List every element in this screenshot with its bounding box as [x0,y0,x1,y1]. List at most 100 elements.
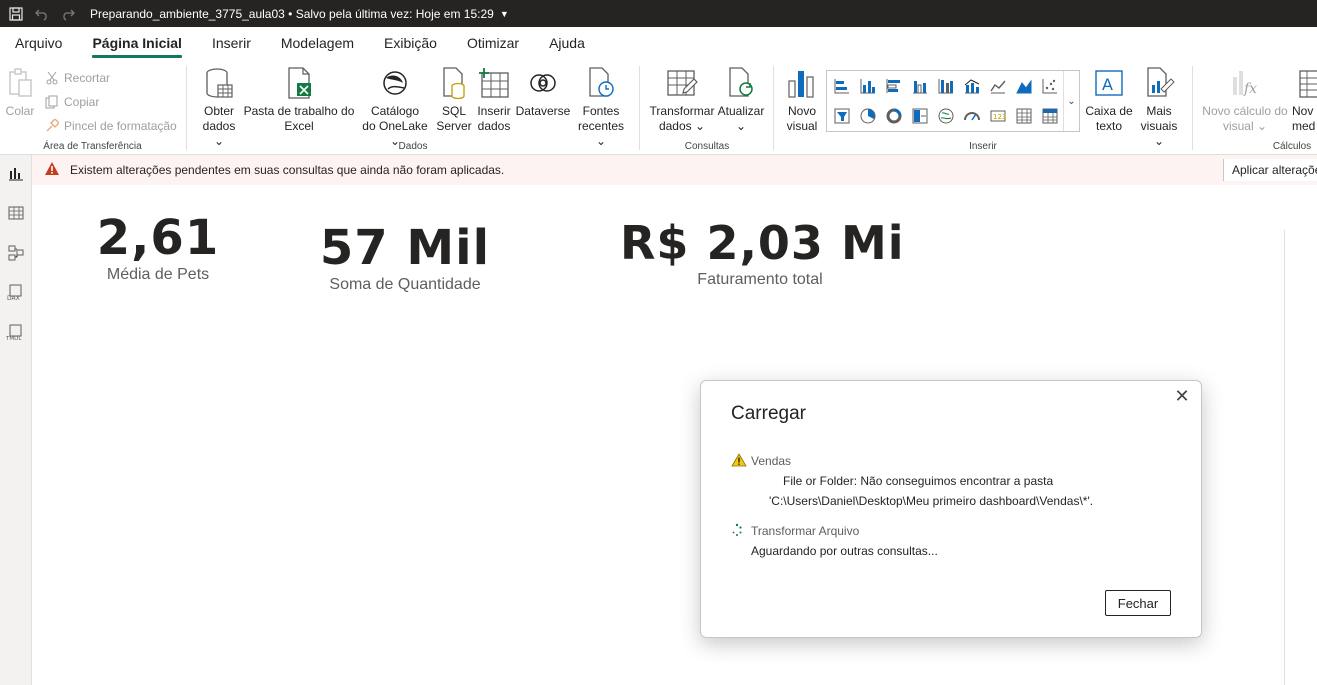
pie-chart-icon[interactable] [855,103,881,129]
new-measure-button[interactable]: Nov med [1292,66,1317,134]
card-icon[interactable]: 123 [985,103,1011,129]
copy-icon [44,94,60,110]
dataverse-button[interactable]: Dataverse [514,66,572,119]
svg-text:DAX: DAX [7,295,20,302]
treemap-icon[interactable] [907,103,933,129]
get-data-button[interactable]: Obter dados ⌄ [198,66,240,149]
group-label-insert: Inserir [969,141,997,152]
tab-arquivo[interactable]: Arquivo [0,35,77,60]
excel-workbook-button[interactable]: Pasta de trabalho do Excel [242,66,356,134]
kpi-card[interactable]: 57 Mil Soma de Quantidade [310,220,500,294]
new-visual-calculation-button[interactable]: fx Novo cálculo do visual ⌄ [1198,66,1292,134]
map-icon[interactable] [933,103,959,129]
ribbon-divider [773,66,774,150]
save-icon[interactable] [6,4,26,24]
clustered-bar-chart-icon[interactable] [881,73,907,99]
pending-changes-banner: Existem alterações pendentes em suas con… [32,155,1317,185]
redo-icon[interactable] [58,4,78,24]
more-visuals-button[interactable]: Mais visuais ⌄ [1134,66,1184,149]
new-visual-button[interactable]: Novo visual [782,66,822,134]
svg-text:TMDL: TMDL [6,336,22,342]
area-chart-icon[interactable] [1011,73,1037,99]
brush-icon [44,118,60,134]
kpi-card[interactable]: R$ 2,03 Mi Faturamento total [620,215,905,289]
cut-button[interactable]: Recortar [44,70,110,86]
canvas-border [1284,230,1285,685]
combo-chart-icon[interactable] [959,73,985,99]
transform-data-button[interactable]: Transformar dados ⌄ [648,66,716,134]
stacked-column-chart-icon[interactable] [855,73,881,99]
onelake-catalog-button[interactable]: Catálogo do OneLake ⌄ [356,66,434,149]
kpi-card[interactable]: 2,61 Média de Pets [88,210,228,284]
queries-group: Transformar dados ⌄ Atualizar ⌄ Consulta… [642,64,772,154]
svg-text:123: 123 [993,113,1006,121]
scatter-chart-icon[interactable] [1037,73,1063,99]
enter-data-button[interactable]: Inserir dados [474,66,514,134]
excel-icon [283,66,315,100]
undo-icon[interactable] [32,4,52,24]
table-view-icon[interactable] [4,201,28,225]
database-icon [203,66,235,100]
tab-otimizar[interactable]: Otimizar [452,35,534,60]
donut-chart-icon[interactable] [881,103,907,129]
format-painter-button[interactable]: Pincel de formatação [44,118,177,134]
tab-modelagem[interactable]: Modelagem [266,35,369,60]
close-icon[interactable]: ✕ [1171,385,1193,407]
paste-icon [4,66,36,100]
model-view-icon[interactable] [4,241,28,265]
tab-exibicao[interactable]: Exibição [369,35,452,60]
load-dialog: ✕ Carregar Vendas File or Folder: Não co… [700,380,1202,638]
more-visuals-icon [1143,66,1175,100]
onelake-icon [379,66,411,100]
matrix-icon[interactable] [1037,103,1063,129]
kpi-value: R$ 2,03 Mi [620,216,905,270]
gallery-expand-chevron-icon[interactable]: ⌄ [1063,71,1079,131]
text-box-button[interactable]: A Caixa de texto [1084,66,1134,134]
status-message: Aguardando por outras consultas... [751,544,938,558]
recent-sources-button[interactable]: Fontes recentes ⌄ [572,66,630,149]
sql-server-icon [438,66,470,100]
banner-message: Existem alterações pendentes em suas con… [70,163,505,177]
spinner-icon [731,523,743,542]
close-button[interactable]: Fechar [1105,590,1171,616]
query-name: Vendas [751,454,792,468]
chevron-down-icon[interactable]: ▼ [500,9,509,19]
error-path: 'C:\Users\Daniel\Desktop\Meu primeiro da… [769,494,1094,508]
ribbon-divider [1192,66,1193,150]
group-label-calculations: Cálculos [1272,141,1312,152]
kpi-label: Soma de Quantidade [329,276,481,293]
clustered-column-chart-icon[interactable] [907,73,933,99]
paste-button[interactable]: Colar [4,66,36,119]
warning-icon [731,453,747,472]
recent-sources-icon [585,66,617,100]
report-view-icon[interactable] [4,161,28,185]
stacked-100-column-icon[interactable] [933,73,959,99]
visual-gallery: 123 ⌄ [826,70,1080,132]
apply-changes-button[interactable]: Aplicar alterações [1223,159,1317,181]
table-visual-icon[interactable] [1011,103,1037,129]
warning-icon [44,161,60,179]
sql-server-button[interactable]: SQL Server [434,66,474,134]
title-bar: Preparando_ambiente_3775_aula03 • Salvo … [0,0,1317,27]
dax-query-view-icon[interactable]: DAX [4,281,28,305]
tab-inserir[interactable]: Inserir [197,35,266,60]
refresh-icon [725,66,757,100]
copy-button[interactable]: Copiar [44,94,99,110]
ribbon-divider [186,66,187,150]
menu-bar: Arquivo Página Inicial Inserir Modelagem… [0,27,1317,60]
scissors-icon [44,70,60,86]
transform-data-icon [666,66,698,100]
group-label-clipboard: Área de Transferência [43,141,142,152]
stacked-bar-chart-icon[interactable] [829,73,855,99]
tmdl-view-icon[interactable]: TMDL [4,321,28,345]
tab-pagina-inicial[interactable]: Página Inicial [77,35,196,60]
funnel-chart-icon[interactable] [829,103,855,129]
data-group: Obter dados ⌄ Pasta de trabalho do Excel… [188,64,638,154]
kpi-value: 2,61 [96,210,220,266]
refresh-button[interactable]: Atualizar ⌄ [716,66,766,134]
gauge-icon[interactable] [959,103,985,129]
line-chart-icon[interactable] [985,73,1011,99]
kpi-value: 57 Mil [319,220,491,276]
tab-ajuda[interactable]: Ajuda [534,35,600,60]
error-message: File or Folder: Não conseguimos encontra… [783,474,1054,488]
